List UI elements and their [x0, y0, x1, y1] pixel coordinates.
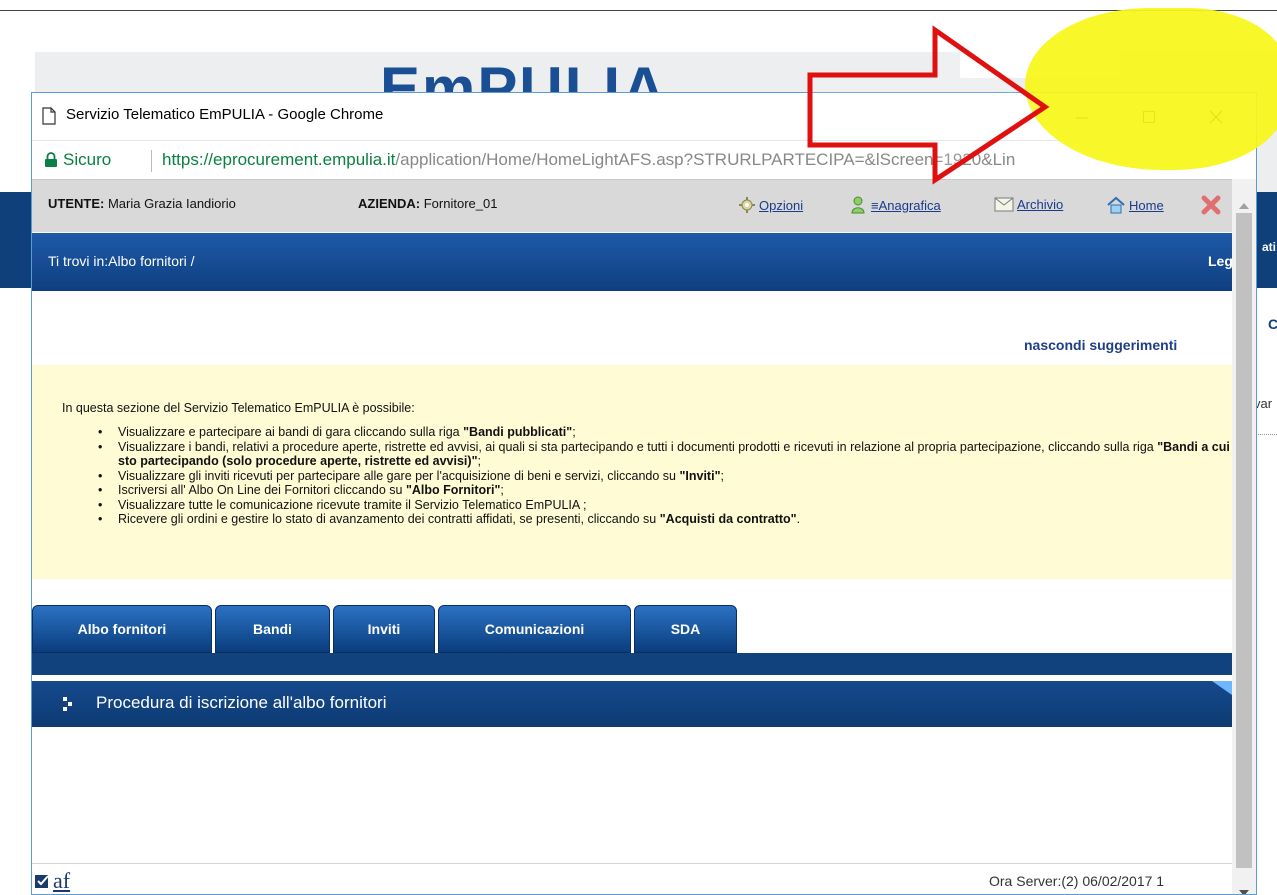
hint-item: Iscriversi all' Albo On Line dei Fornito…: [90, 483, 1230, 498]
hints-box: In questa sezione del Servizio Telematic…: [32, 365, 1232, 579]
breadcrumb: Ti trovi in:Albo fornitori /: [48, 253, 195, 269]
chrome-popup-window: Servizio Telematico EmPULIA - Google Chr…: [31, 92, 1257, 895]
scroll-up-arrow-icon[interactable]: [1239, 196, 1249, 214]
lock-icon: [44, 152, 58, 173]
hints-intro: In questa sezione del Servizio Telematic…: [62, 401, 415, 415]
background-nav-text: ati: [1262, 240, 1277, 254]
page-icon: [42, 107, 56, 130]
tab-bar: Albo fornitori Bandi Inviti Comunicazion…: [32, 605, 737, 653]
screen-top-line: [0, 10, 1277, 11]
user-card-icon: [851, 196, 865, 214]
af-logo: af: [34, 868, 70, 894]
user-bar: UTENTE: Maria Grazia Iandiorio AZIENDA: …: [32, 179, 1232, 232]
af-logo-text: af: [53, 868, 71, 893]
company-label: AZIENDA:: [358, 196, 421, 211]
tab-inviti[interactable]: Inviti: [333, 605, 435, 653]
scrollbar-thumb[interactable]: [1236, 213, 1252, 868]
anagrafica-label: ≡Anagrafica: [871, 197, 941, 213]
company-info: AZIENDA: Fornitore_01: [358, 196, 497, 211]
section-title: Procedura di iscrizione all'albo fornito…: [96, 693, 387, 712]
url-domain: eprocurement.empulia.it: [213, 150, 396, 169]
company-name: Fornitore_01: [423, 196, 498, 211]
tab-bandi[interactable]: Bandi: [215, 605, 330, 653]
footer-divider: [32, 863, 1232, 864]
hints-list: Visualizzare e partecipare ai bandi di g…: [90, 425, 1230, 527]
red-arrow-annotation: [807, 25, 1050, 185]
secure-label: Sicuro: [63, 150, 112, 169]
server-time: Ora Server:(2) 06/02/2017 1: [989, 873, 1165, 889]
breadcrumb-bar: Ti trovi in:Albo fornitori / Leg: [32, 233, 1233, 291]
user-info: UTENTE: Maria Grazia Iandiorio: [48, 196, 236, 211]
window-title: Servizio Telematico EmPULIA - Google Chr…: [66, 106, 384, 123]
hint-item: Ricevere gli ordini e gestire lo stato d…: [90, 512, 1230, 527]
user-label: UTENTE:: [48, 196, 105, 211]
chevron-right-icon: [62, 695, 76, 718]
user-name: Maria Grazia Iandiorio: [107, 196, 236, 211]
section-corner-accent: [1212, 681, 1232, 695]
section-header[interactable]: Procedura di iscrizione all'albo fornito…: [32, 681, 1232, 727]
opzioni-link[interactable]: Opzioni: [738, 196, 803, 214]
anagrafica-link[interactable]: ≡Anagrafica: [850, 196, 941, 214]
background-divider: [1254, 434, 1277, 435]
opzioni-label: Opzioni: [759, 197, 804, 213]
address-separator: [151, 150, 152, 172]
home-label: Home: [1129, 197, 1164, 213]
tab-albo-fornitori[interactable]: Albo fornitori: [32, 605, 212, 653]
home-link[interactable]: Home: [1106, 196, 1164, 214]
scroll-down-arrow-icon[interactable]: [1239, 883, 1249, 894]
hint-item: Visualizzare tutte le comunicazione rice…: [90, 498, 1230, 513]
hint-item: Visualizzare gli inviti ricevuti per par…: [90, 469, 1230, 484]
hint-item: Visualizzare i bandi, relativi a procedu…: [90, 440, 1230, 469]
envelope-icon: [994, 197, 1014, 212]
gear-icon: [739, 197, 755, 213]
background-logo: EmPULIA: [380, 55, 668, 96]
exit-button[interactable]: [1200, 194, 1222, 216]
tab-underline-bar: [32, 653, 1232, 675]
hide-hints-link[interactable]: nascondi suggerimenti: [1024, 337, 1177, 353]
tab-sda[interactable]: SDA: [634, 605, 737, 653]
exit-icon: [1201, 195, 1221, 215]
tab-comunicazioni[interactable]: Comunicazioni: [438, 605, 631, 653]
breadcrumb-right-link[interactable]: Leg: [1208, 253, 1233, 269]
archivio-label: Archivio: [1017, 196, 1064, 212]
background-right-text: C: [1268, 316, 1277, 332]
checkbox-logo-icon: [35, 875, 49, 888]
archivio-link[interactable]: Archivio: [994, 196, 1063, 212]
url-scheme: https://: [162, 150, 214, 169]
home-icon: [1107, 196, 1125, 214]
hint-item: Visualizzare e partecipare ai bandi di g…: [90, 425, 1230, 440]
